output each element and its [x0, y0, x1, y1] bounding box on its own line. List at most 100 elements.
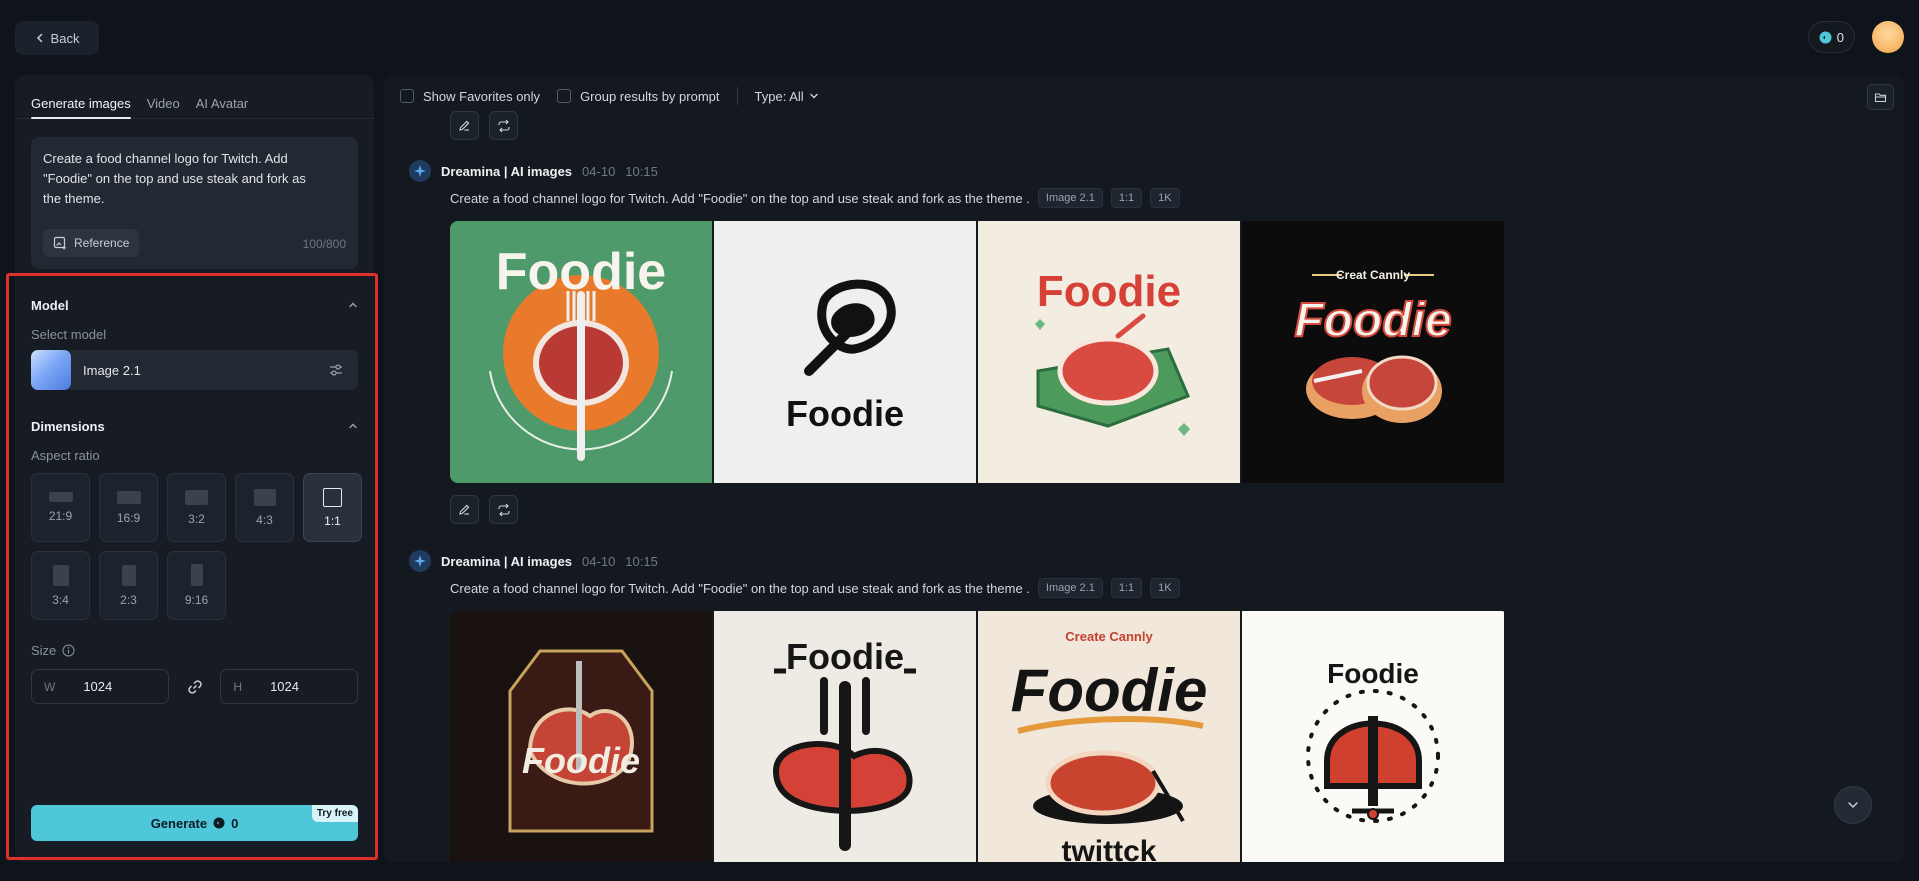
model-section-header[interactable]: Model	[15, 295, 374, 315]
image-title: Foodie	[1294, 294, 1451, 347]
ratio-shape	[52, 564, 69, 586]
regenerate-button[interactable]	[489, 111, 518, 140]
entry-prompt[interactable]: Create a food channel logo for Twitch. A…	[450, 581, 1030, 596]
link-icon[interactable]	[186, 678, 204, 696]
aspect-ratio-label: Aspect ratio	[31, 448, 100, 463]
generated-image[interactable]: Foodie	[714, 221, 976, 483]
credit-icon	[213, 817, 225, 829]
image-artwork: Creat Cannly Foodie	[1242, 221, 1504, 483]
ratio-label: 1:1	[324, 513, 341, 528]
ratio-label: 3:2	[188, 511, 205, 526]
prompt-input[interactable]: Create a food channel logo for Twitch. A…	[31, 137, 358, 269]
ratio-option-3-4[interactable]: 3:4	[31, 551, 90, 620]
resolution-tag: 1K	[1150, 578, 1180, 598]
image-title: Foodie	[1327, 658, 1419, 689]
ratio-label: 9:16	[184, 593, 209, 607]
image-title: Foodie	[1011, 657, 1208, 724]
type-filter-dropdown[interactable]: Type: All	[755, 89, 819, 104]
tab-ai-avatar[interactable]: AI Avatar	[196, 88, 249, 119]
favorites-filter[interactable]: Show Favorites only	[400, 89, 540, 104]
pencil-icon	[459, 504, 470, 515]
generated-image[interactable]: Foodie	[714, 611, 976, 862]
image-artwork: Foodie	[714, 611, 976, 862]
select-model-label: Select model	[31, 327, 107, 342]
pencil-icon	[459, 120, 470, 131]
ratio-option-1-1[interactable]: 1:1	[303, 473, 362, 542]
ratio-shape	[48, 492, 73, 502]
chevron-down-icon	[1848, 802, 1858, 809]
image-title: Foodie	[1037, 267, 1181, 316]
credits-badge[interactable]: 0	[1807, 21, 1855, 53]
model-selector[interactable]: Image 2.1	[31, 350, 358, 390]
group-checkbox[interactable]	[557, 89, 572, 103]
group-filter[interactable]: Group results by prompt	[557, 88, 720, 104]
generate-label: Generate	[150, 815, 208, 831]
width-value[interactable]: 1024	[83, 679, 112, 694]
credit-icon	[1819, 31, 1832, 43]
generated-image[interactable]: Create Cannly Foodie twittck	[978, 611, 1240, 862]
favorites-checkbox[interactable]	[400, 89, 414, 103]
tab-video[interactable]: Video	[147, 88, 180, 119]
group-label: Group results by prompt	[580, 88, 720, 104]
filter-bar: Show Favorites only Group results by pro…	[384, 75, 1904, 117]
info-icon[interactable]	[62, 644, 75, 657]
ratio-label: 3:4	[52, 592, 69, 607]
sliders-icon[interactable]	[328, 362, 344, 378]
ratio-option-16-9[interactable]: 16:9	[99, 473, 158, 542]
generated-image[interactable]: Foodie	[1242, 611, 1504, 862]
results-feed: Show Favorites only Group results by pro…	[384, 75, 1904, 862]
model-name: Image 2.1	[83, 362, 141, 378]
entry-date: 04-10	[582, 163, 616, 179]
generate-panel: Generate images Video AI Avatar Create a…	[15, 75, 374, 862]
ratio-shape	[253, 488, 276, 506]
generated-image[interactable]: Foodie	[978, 221, 1240, 483]
result-entry: Dreamina | AI images 04-10 10:15 Create …	[409, 160, 1509, 483]
ratio-option-3-2[interactable]: 3:2	[167, 473, 226, 542]
model-tag: Image 2.1	[1037, 578, 1103, 598]
folder-button[interactable]	[1867, 84, 1894, 110]
chevron-up-icon[interactable]	[348, 300, 358, 310]
entry-prompt[interactable]: Create a food channel logo for Twitch. A…	[450, 191, 1030, 206]
chevron-up-icon[interactable]	[348, 421, 358, 431]
image-artwork: Foodie	[450, 611, 712, 862]
ratio-shape	[323, 487, 342, 507]
resolution-tag: 1K	[1150, 188, 1180, 208]
tab-generate-images[interactable]: Generate images	[31, 88, 131, 119]
generate-cost: 0	[231, 815, 239, 831]
prompt-text[interactable]: Create a food channel logo for Twitch. A…	[43, 149, 313, 209]
dimensions-section-header[interactable]: Dimensions	[15, 416, 374, 436]
entry-header: Dreamina | AI images 04-10 10:15	[409, 160, 1509, 182]
image-title: Foodie	[496, 243, 666, 301]
mode-tabs: Generate images Video AI Avatar	[15, 75, 374, 119]
ratio-option-4-3[interactable]: 4:3	[235, 473, 294, 542]
height-value[interactable]: 1024	[270, 679, 299, 694]
back-button[interactable]: Back	[15, 21, 99, 55]
image-artwork: Foodie	[978, 221, 1240, 483]
generated-image[interactable]: Foodie	[450, 611, 712, 862]
ratio-option-2-3[interactable]: 2:3	[99, 551, 158, 620]
ratio-option-21-9[interactable]: 21:9	[31, 473, 90, 542]
entry-source: Dreamina | AI images	[441, 163, 573, 179]
height-field[interactable]: H 1024	[220, 669, 358, 704]
regenerate-button[interactable]	[489, 495, 518, 524]
generated-image[interactable]: Creat Cannly Foodie	[1242, 221, 1504, 483]
image-grid: Foodie Foodie Foodie Creat Cannly Foodie	[450, 221, 1509, 483]
width-field[interactable]: W 1024	[31, 669, 169, 704]
edit-button[interactable]	[450, 495, 479, 524]
entry-source: Dreamina | AI images	[441, 553, 573, 569]
size-header: Size	[15, 640, 374, 660]
scroll-down-button[interactable]	[1834, 786, 1872, 824]
link-dimensions-toggle[interactable]	[169, 678, 221, 696]
reference-button[interactable]: Reference	[43, 229, 140, 257]
ratio-option-9-16[interactable]: 9:16	[167, 551, 226, 620]
image-title: Foodie	[786, 393, 904, 434]
generated-image[interactable]: Foodie	[450, 221, 712, 483]
entry-date: 04-10	[582, 553, 616, 569]
edit-button[interactable]	[450, 111, 479, 140]
avatar[interactable]	[1872, 21, 1904, 53]
image-add-icon	[53, 236, 66, 250]
filter-divider	[736, 87, 738, 105]
entry-prompt-row: Create a food channel logo for Twitch. A…	[450, 187, 1509, 209]
generate-button[interactable]: Generate 0 Try free	[31, 805, 358, 841]
ratio-shape	[116, 490, 141, 504]
